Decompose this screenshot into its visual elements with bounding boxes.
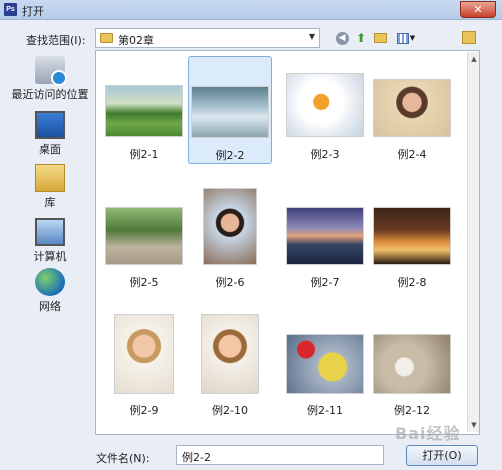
new-folder-button[interactable] (372, 30, 388, 46)
file-label: 例2-10 (212, 404, 248, 417)
look-in-label: 查找范围(I): (26, 34, 86, 47)
place-label: 库 (44, 196, 56, 209)
back-button[interactable]: ◀ (334, 30, 350, 46)
file-item[interactable]: 例2-1 (102, 60, 186, 168)
file-thumbnail (114, 314, 174, 394)
recent-places-icon (35, 56, 67, 86)
filename-input[interactable]: 例2-2 (176, 445, 384, 465)
file-thumbnail (201, 314, 259, 394)
file-label: 例2-6 (215, 276, 245, 289)
file-item[interactable]: 例2-4 (370, 60, 454, 168)
title-bar: Ps 打开 ✕ (0, 0, 502, 20)
file-label: 例2-9 (129, 404, 159, 417)
photoshop-app-icon: Ps (4, 3, 17, 16)
place-label: 桌面 (39, 143, 61, 156)
folder-icon (100, 33, 113, 43)
vertical-scrollbar[interactable]: ▲ ▼ (467, 52, 479, 432)
file-label: 例2-3 (310, 148, 340, 161)
up-one-level-button[interactable]: ⬆ (353, 30, 369, 46)
up-arrow-icon: ⬆ (355, 31, 367, 45)
chevron-down-icon[interactable]: ▼ (309, 32, 315, 41)
file-item[interactable]: 例2-5 (102, 180, 186, 289)
place-recent[interactable]: 最近访问的位置 (6, 56, 94, 102)
view-menu-button[interactable]: ▼ (394, 30, 418, 46)
file-item[interactable]: 例2-9 (102, 306, 186, 417)
desktop-icon (35, 111, 65, 139)
look-in-dropdown[interactable]: 第02章 ▼ (95, 28, 320, 48)
file-thumbnail (286, 334, 364, 394)
close-button[interactable]: ✕ (460, 1, 496, 18)
watermark: Bai经验 (395, 424, 461, 443)
chevron-down-icon: ▼ (409, 34, 416, 42)
file-thumbnail (286, 73, 364, 137)
place-label: 计算机 (33, 250, 67, 263)
filename-label: 文件名(N): (96, 452, 150, 465)
file-item[interactable]: 例2-6 (188, 180, 272, 289)
file-item-selected[interactable]: 例2-2 (188, 56, 272, 164)
file-label: 例2-12 (394, 404, 430, 417)
place-label: 最近访问的位置 (11, 88, 89, 101)
folder-options-icon[interactable] (462, 31, 476, 44)
file-thumbnail (373, 334, 451, 394)
open-button[interactable]: 打开(O) (406, 445, 478, 466)
file-item[interactable]: 例2-11 (283, 306, 367, 417)
file-thumbnail (286, 207, 364, 265)
place-computer[interactable]: 计算机 (6, 218, 94, 264)
file-label: 例2-1 (129, 148, 159, 161)
file-label: 例2-2 (215, 149, 245, 162)
back-arrow-icon: ◀ (335, 31, 349, 45)
network-icon (35, 268, 65, 296)
scroll-up-icon[interactable]: ▲ (469, 54, 479, 64)
file-item[interactable]: 例2-7 (283, 180, 367, 289)
file-item[interactable]: 例2-10 (188, 306, 272, 417)
look-in-value: 第02章 (118, 34, 154, 47)
file-thumbnail (373, 207, 451, 265)
file-item[interactable]: 例2-8 (370, 180, 454, 289)
window-title: 打开 (22, 5, 44, 18)
place-label: 网络 (39, 300, 61, 313)
file-thumbnail (203, 188, 257, 265)
file-label: 例2-7 (310, 276, 340, 289)
new-folder-icon (373, 33, 387, 43)
file-label: 例2-4 (397, 148, 427, 161)
scroll-down-icon[interactable]: ▼ (469, 420, 479, 430)
file-thumbnail (373, 79, 451, 137)
file-item[interactable]: 例2-3 (283, 60, 367, 168)
file-thumbnail (105, 85, 183, 137)
file-thumbnail (105, 207, 183, 265)
file-label: 例2-8 (397, 276, 427, 289)
places-bar: 最近访问的位置 桌面 库 计算机 网络 (6, 56, 94, 436)
computer-icon (35, 218, 65, 246)
place-network[interactable]: 网络 (6, 268, 94, 314)
file-label: 例2-11 (307, 404, 343, 417)
place-libraries[interactable]: 库 (6, 164, 94, 210)
file-label: 例2-5 (129, 276, 159, 289)
place-desktop[interactable]: 桌面 (6, 111, 94, 157)
file-thumbnail (191, 86, 269, 138)
view-grid-icon (396, 32, 409, 44)
libraries-icon (35, 164, 65, 192)
file-item[interactable]: 例2-12 (370, 306, 454, 417)
